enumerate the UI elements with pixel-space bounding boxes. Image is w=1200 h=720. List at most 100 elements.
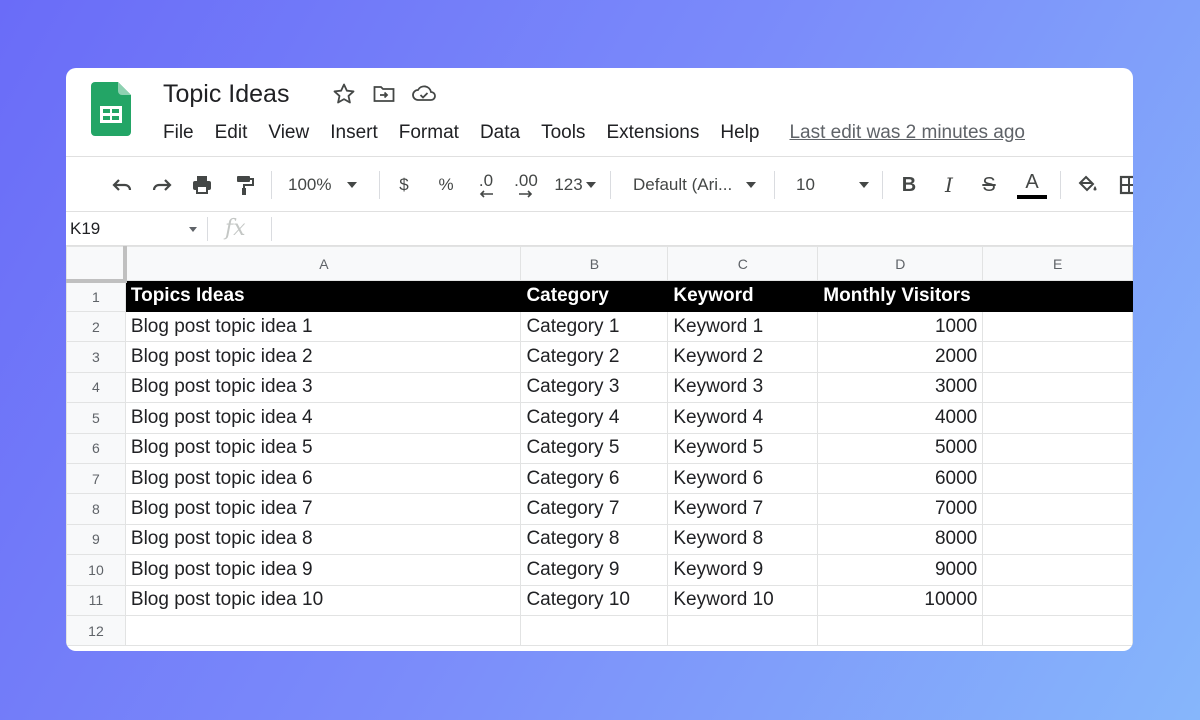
cell[interactable] [124,614,522,647]
cloud-saved-icon[interactable] [411,81,437,107]
cell[interactable] [982,554,1133,586]
menu-edit[interactable]: Edit [215,120,248,146]
cell[interactable]: Keyword 2 [667,341,819,373]
italic-button[interactable]: I [938,157,960,213]
borders-icon[interactable] [1118,157,1133,213]
increase-decimal-button[interactable]: .00 [510,157,542,213]
bold-button[interactable]: B [898,157,920,213]
menu-insert[interactable]: Insert [330,120,378,146]
column-header-c[interactable]: C [667,246,819,281]
cell[interactable]: Keyword 6 [667,462,819,495]
more-formats-button[interactable]: 123 [552,157,598,213]
menu-view[interactable]: View [268,120,309,146]
name-box[interactable]: K19 [70,212,100,245]
cell[interactable]: 4000 [817,402,984,434]
cell[interactable] [982,523,1133,556]
cell[interactable] [520,614,669,647]
cell[interactable] [982,462,1133,495]
row-header[interactable]: 12 [66,614,126,647]
font-size-select[interactable]: 10 [796,157,876,213]
move-to-folder-icon[interactable] [371,81,397,107]
zoom-select[interactable]: 100% [288,157,373,213]
menu-tools[interactable]: Tools [541,120,585,146]
cell[interactable]: Keyword 10 [667,584,819,616]
cell[interactable] [982,432,1133,464]
cell[interactable]: Keyword 7 [667,493,819,525]
menu-extensions[interactable]: Extensions [606,120,699,146]
cell[interactable]: Keyword 5 [667,432,819,464]
sheets-logo-icon[interactable] [91,82,131,136]
cell[interactable]: 8000 [817,523,984,556]
chevron-down-icon[interactable] [189,227,197,232]
currency-format-button[interactable]: $ [392,157,416,213]
cell[interactable]: Blog post topic idea 9 [124,554,522,586]
strikethrough-button[interactable]: S [978,157,1000,213]
row-header[interactable]: 6 [66,432,126,464]
cell[interactable]: Category 10 [520,584,669,616]
cell[interactable] [982,371,1133,404]
cell[interactable]: Category [520,280,669,312]
cell[interactable]: Monthly Visitors [817,280,984,312]
row-header[interactable]: 8 [66,493,126,525]
last-edit-link[interactable]: Last edit was 2 minutes ago [789,120,1025,146]
cell[interactable]: Category 3 [520,371,669,404]
cell[interactable] [982,614,1133,647]
cell[interactable]: 6000 [817,462,984,495]
cell[interactable]: Blog post topic idea 6 [124,462,522,495]
cell[interactable]: Category 2 [520,341,669,373]
decrease-decimal-button[interactable]: .0 [472,157,500,213]
document-title[interactable]: Topic Ideas [163,78,289,110]
cell[interactable]: Keyword 9 [667,554,819,586]
cell[interactable]: 10000 [817,584,984,616]
select-all-corner[interactable] [66,246,128,283]
column-header-e[interactable]: E [982,246,1133,281]
cell[interactable]: Category 1 [520,310,669,343]
cell[interactable]: Keyword 4 [667,402,819,434]
cell[interactable]: Blog post topic idea 1 [124,310,522,343]
cell[interactable]: 7000 [817,493,984,525]
cell[interactable] [982,310,1133,343]
menu-file[interactable]: File [163,120,194,146]
cell[interactable] [667,614,819,647]
menu-format[interactable]: Format [399,120,459,146]
cell[interactable]: Category 8 [520,523,669,556]
column-header-b[interactable]: B [520,246,669,281]
cell[interactable]: Blog post topic idea 8 [124,523,522,556]
cell[interactable]: Blog post topic idea 4 [124,402,522,434]
cell[interactable]: Topics Ideas [124,280,522,312]
row-header[interactable]: 3 [66,341,126,373]
cell[interactable]: Keyword 3 [667,371,819,404]
row-header[interactable]: 10 [66,554,126,586]
cell[interactable] [982,493,1133,525]
cell[interactable]: 9000 [817,554,984,586]
font-family-select[interactable]: Default (Ari... [633,157,763,213]
cell[interactable]: Keyword 8 [667,523,819,556]
cell[interactable] [982,341,1133,373]
cell[interactable]: Category 7 [520,493,669,525]
cell[interactable]: 1000 [817,310,984,343]
row-header[interactable]: 11 [66,584,126,616]
row-header[interactable]: 9 [66,523,126,556]
row-header[interactable]: 5 [66,402,126,434]
cell[interactable]: Blog post topic idea 10 [124,584,522,616]
redo-icon[interactable] [148,157,176,213]
cell[interactable] [982,402,1133,434]
column-header-a[interactable]: A [124,246,522,281]
row-header[interactable]: 7 [66,462,126,495]
menu-data[interactable]: Data [480,120,520,146]
cell[interactable] [982,584,1133,616]
cell[interactable]: 5000 [817,432,984,464]
row-header[interactable]: 1 [66,280,126,312]
cell[interactable]: Keyword 1 [667,310,819,343]
cell[interactable]: Keyword [667,280,819,312]
star-icon[interactable] [331,81,357,107]
cell[interactable]: Blog post topic idea 2 [124,341,522,373]
cell[interactable]: Category 9 [520,554,669,586]
row-header[interactable]: 4 [66,371,126,404]
cell[interactable]: Category 4 [520,402,669,434]
menu-help[interactable]: Help [720,120,759,146]
fill-color-icon[interactable] [1074,157,1102,213]
cell[interactable]: 2000 [817,341,984,373]
cell[interactable]: Blog post topic idea 5 [124,432,522,464]
row-header[interactable]: 2 [66,310,126,343]
